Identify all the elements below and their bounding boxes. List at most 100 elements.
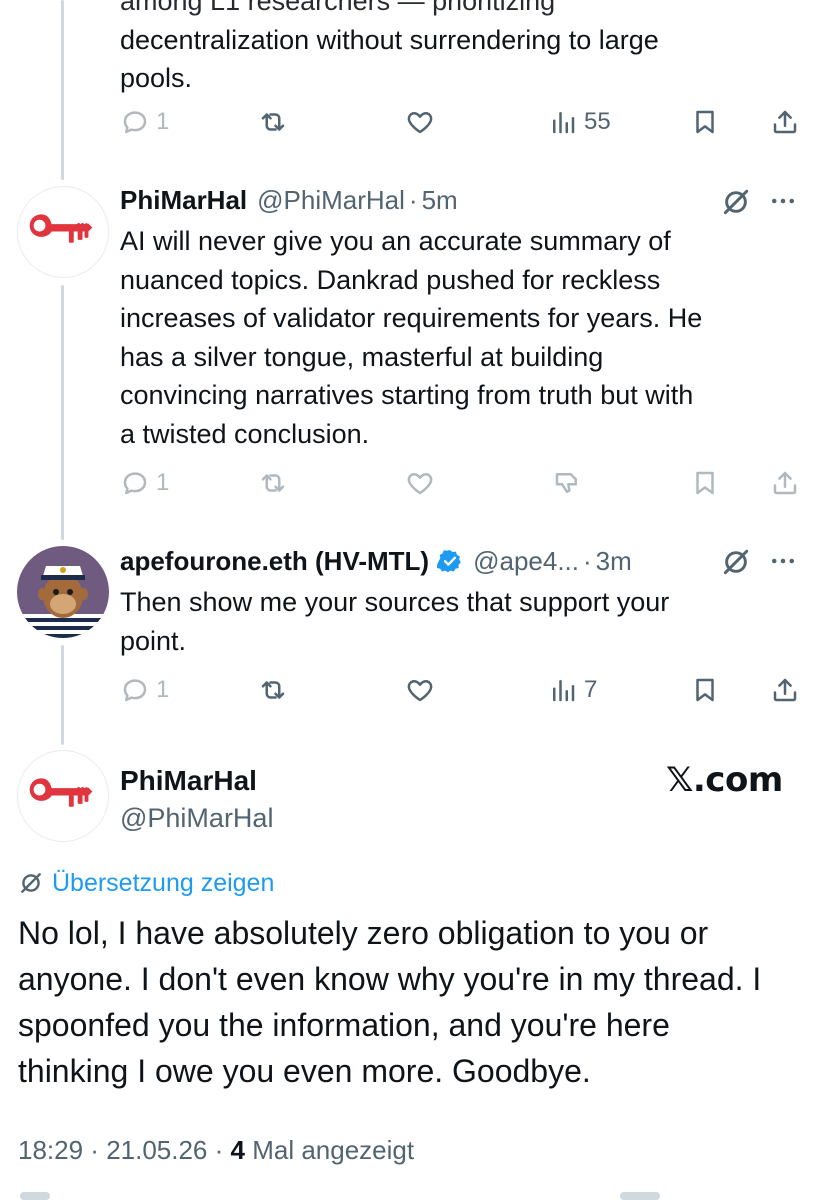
avatar-phimarhal[interactable] bbox=[17, 186, 109, 278]
views-button[interactable]: 55 bbox=[548, 102, 611, 142]
tweet-line: point. bbox=[120, 625, 187, 656]
dot-separator: · bbox=[583, 545, 592, 576]
views-count: 7 bbox=[584, 676, 598, 703]
previous-tweet-text: among L1 researchers — prioritizing dece… bbox=[120, 0, 790, 98]
reply-button[interactable]: 1 bbox=[120, 102, 169, 142]
previous-tweet-cut-line: among L1 researchers — prioritizing bbox=[120, 0, 556, 16]
meta-views-label: Mal angezeigt bbox=[244, 1135, 415, 1165]
retweet-button[interactable] bbox=[258, 670, 288, 710]
share-button[interactable] bbox=[770, 670, 800, 710]
tweet-header-apefourone: apefourone.eth (HV-MTL) @ape4... · 3m bbox=[120, 544, 632, 578]
tweet-line: has a silver tongue, masterful at buildi… bbox=[120, 341, 604, 372]
grok-icon[interactable] bbox=[720, 186, 752, 218]
dot-separator: · bbox=[408, 184, 418, 215]
tweet-text-phimarhal: AI will never give you an accurate summa… bbox=[120, 222, 790, 453]
heart-icon bbox=[407, 680, 433, 702]
tweet-header-phimarhal: PhiMarHal @PhiMarHal · 5m bbox=[120, 183, 458, 217]
retweet-icon bbox=[261, 474, 285, 492]
bookmark-button[interactable] bbox=[690, 670, 720, 710]
heart-icon bbox=[407, 112, 433, 134]
tweet-line: Then show me your sources that support y… bbox=[120, 587, 670, 617]
bottom-cut-element bbox=[20, 1192, 50, 1200]
meta-view-count: 4 bbox=[230, 1135, 245, 1165]
reply-count: 1 bbox=[156, 676, 170, 703]
reply-button[interactable]: 1 bbox=[120, 670, 169, 710]
reply-count: 1 bbox=[156, 469, 170, 496]
meta-separator: · bbox=[83, 1135, 107, 1165]
tweet-meta: 18:29 · 21.05.26 · 4 Mal angezeigt bbox=[18, 1135, 414, 1166]
bookmark-icon bbox=[696, 110, 714, 134]
captain-ape-avatar bbox=[17, 546, 109, 638]
tweet-actions-phimarhal: 1 bbox=[120, 463, 800, 503]
grok-icon[interactable] bbox=[720, 546, 752, 578]
timestamp[interactable]: 3m bbox=[596, 546, 632, 577]
main-tweet-line: spoonfed you the information, and you're… bbox=[18, 1007, 670, 1043]
meta-separator: · bbox=[207, 1135, 231, 1165]
bookmark-button[interactable] bbox=[690, 463, 720, 503]
share-button[interactable] bbox=[770, 463, 800, 503]
main-tweet-text: No lol, I have absolutely zero obligatio… bbox=[18, 910, 808, 1094]
reply-button[interactable]: 1 bbox=[120, 463, 169, 503]
handle[interactable]: @ape4... bbox=[473, 546, 579, 577]
main-display-name[interactable]: PhiMarHal bbox=[120, 765, 257, 797]
retweet-button[interactable] bbox=[258, 463, 288, 503]
bookmark-button[interactable] bbox=[690, 102, 720, 142]
share-button[interactable] bbox=[770, 102, 800, 142]
main-tweet-line: No lol, I have absolutely zero obligatio… bbox=[18, 915, 709, 951]
retweet-icon bbox=[261, 681, 285, 699]
handle[interactable]: @PhiMarHal bbox=[257, 185, 405, 216]
reply-icon bbox=[123, 472, 147, 495]
reply-icon bbox=[123, 679, 147, 702]
display-name[interactable]: apefourone.eth (HV-MTL) bbox=[120, 546, 429, 577]
reply-count: 1 bbox=[156, 108, 170, 135]
tweet-actions-apefourone: 1 7 bbox=[120, 670, 800, 710]
main-tweet-line: thinking I owe you even more. Goodbye. bbox=[18, 1053, 591, 1089]
red-key-icon bbox=[29, 214, 93, 243]
tweet-line: AI will never give you an accurate summa… bbox=[120, 226, 671, 256]
main-tweet-line: anyone. I don't even know why you're in … bbox=[18, 961, 762, 997]
thread-line-lower bbox=[61, 645, 64, 745]
views-button[interactable]: 7 bbox=[548, 670, 597, 710]
timestamp[interactable]: 5m bbox=[422, 185, 458, 216]
grok-icon bbox=[21, 873, 41, 893]
heart-icon bbox=[407, 473, 433, 495]
show-translation-label: Übersetzung zeigen bbox=[52, 868, 275, 897]
show-translation-link[interactable]: Übersetzung zeigen bbox=[18, 866, 274, 900]
dislike-button[interactable] bbox=[552, 463, 582, 503]
previous-tweet-actions: 1 55 bbox=[120, 102, 800, 142]
bookmark-icon bbox=[696, 678, 714, 702]
main-handle[interactable]: @PhiMarHal bbox=[120, 803, 273, 834]
tweet-text-apefourone: Then show me your sources that support y… bbox=[120, 583, 790, 660]
tweet-line: a twisted conclusion. bbox=[120, 418, 370, 449]
like-button[interactable] bbox=[405, 102, 435, 142]
retweet-button[interactable] bbox=[258, 102, 288, 142]
share-icon bbox=[773, 678, 797, 702]
display-name[interactable]: PhiMarHal bbox=[120, 185, 247, 216]
meta-date[interactable]: 21.05.26 bbox=[106, 1135, 207, 1165]
tweet-line: convincing narratives starting from trut… bbox=[120, 380, 694, 410]
like-button[interactable] bbox=[405, 670, 435, 710]
previous-tweet-line: decentralization without surrendering to… bbox=[120, 24, 659, 55]
meta-time[interactable]: 18:29 bbox=[18, 1135, 83, 1165]
bookmark-icon bbox=[696, 471, 714, 495]
bottom-cut-element bbox=[620, 1192, 660, 1200]
like-button[interactable] bbox=[405, 463, 435, 503]
thumbs-down-icon bbox=[555, 473, 577, 493]
reply-icon bbox=[123, 111, 147, 134]
avatar-apefourone[interactable] bbox=[17, 546, 109, 638]
share-icon bbox=[773, 110, 797, 134]
views-chart-icon bbox=[553, 680, 575, 702]
more-options-icon[interactable] bbox=[768, 546, 798, 576]
thread-line-mid bbox=[61, 285, 64, 540]
avatar-phimarhal-main[interactable] bbox=[17, 750, 109, 842]
more-options-icon[interactable] bbox=[768, 186, 798, 216]
thread-line-top bbox=[61, 0, 64, 180]
tweet-line: nuanced topics. Dankrad pushed for reckl… bbox=[120, 264, 661, 295]
views-chart-icon bbox=[553, 112, 575, 134]
retweet-icon bbox=[261, 113, 285, 131]
x-com-watermark: 𝕏.com bbox=[666, 760, 783, 800]
share-icon bbox=[773, 471, 797, 495]
tweet-line: increases of validator requirements for … bbox=[120, 303, 703, 333]
views-count: 55 bbox=[584, 108, 611, 135]
previous-tweet-line: pools. bbox=[120, 63, 193, 93]
